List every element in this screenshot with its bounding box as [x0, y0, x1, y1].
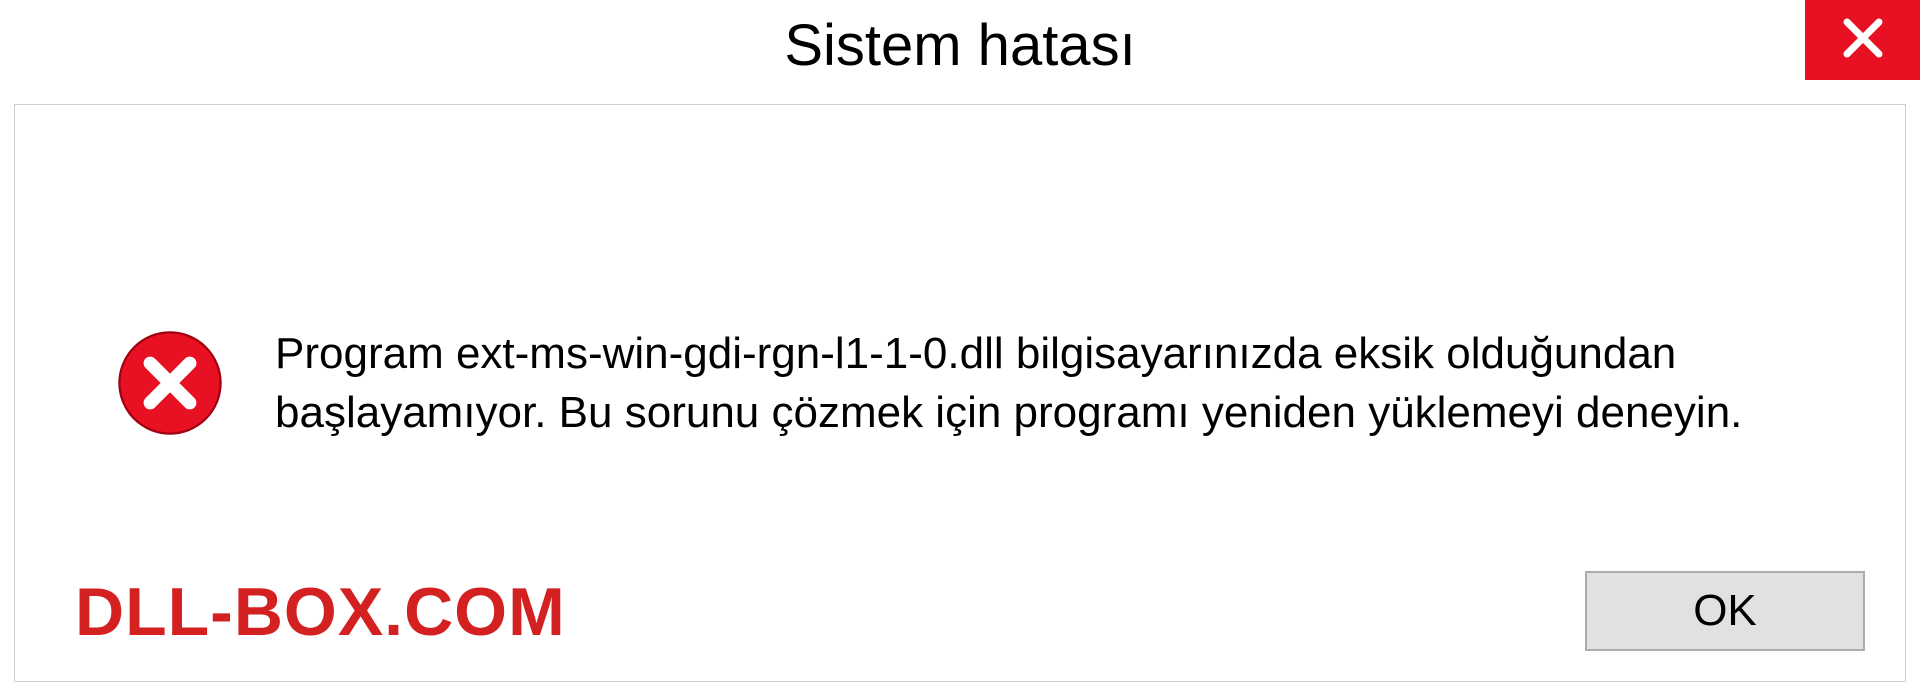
watermark-text: DLL-BOX.COM [75, 573, 566, 651]
error-message: Program ext-ms-win-gdi-rgn-l1-1-0.dll bi… [275, 324, 1775, 443]
ok-button[interactable]: OK [1585, 571, 1865, 651]
footer-row: DLL-BOX.COM OK [15, 571, 1905, 681]
title-bar: Sistem hatası [0, 0, 1920, 90]
close-icon [1839, 14, 1887, 67]
dialog-title: Sistem hatası [784, 12, 1135, 79]
error-icon [115, 328, 225, 438]
dialog-body: Program ext-ms-win-gdi-rgn-l1-1-0.dll bi… [14, 104, 1906, 682]
close-button[interactable] [1805, 0, 1920, 80]
message-row: Program ext-ms-win-gdi-rgn-l1-1-0.dll bi… [15, 105, 1905, 571]
